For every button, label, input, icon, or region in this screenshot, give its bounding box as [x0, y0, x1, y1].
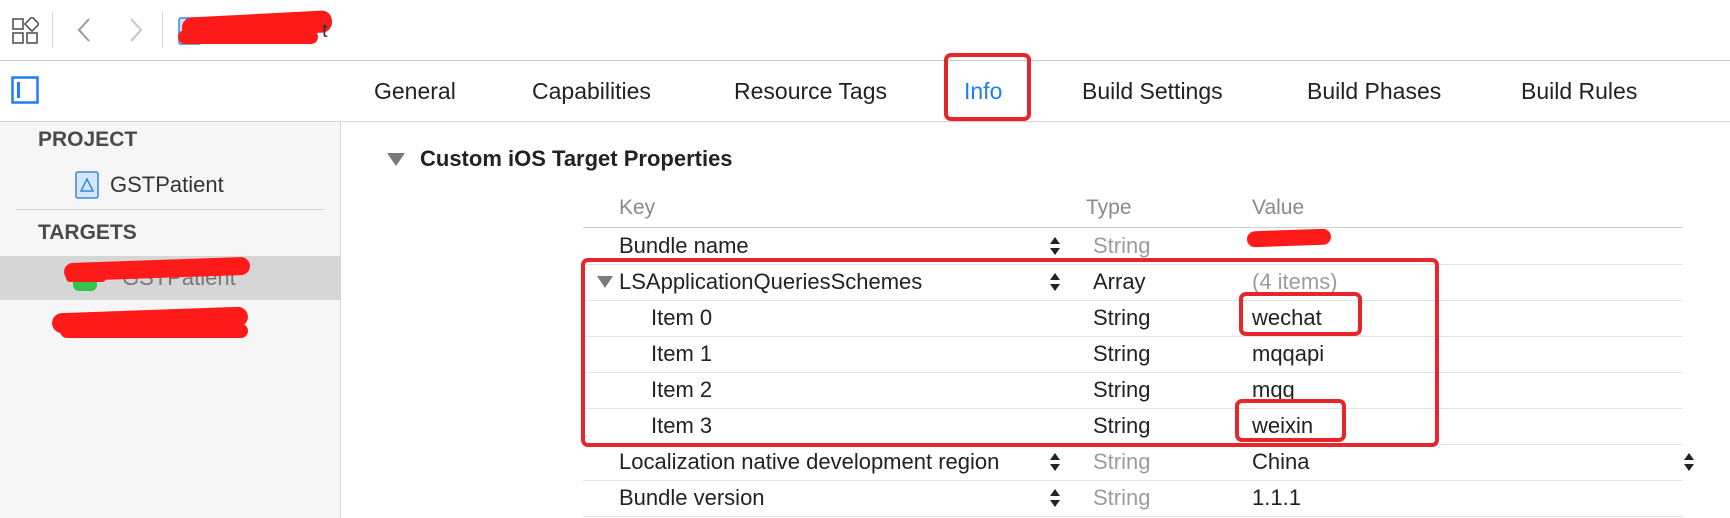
- sidebar-divider: [16, 209, 324, 210]
- weixin-value-highlight-box: [1235, 399, 1346, 442]
- row-key: Localization native development region: [619, 449, 1000, 474]
- tab-capabilities[interactable]: Capabilities: [532, 78, 651, 105]
- wechat-value-highlight-box: [1239, 292, 1362, 336]
- targets-panel-toggle-icon[interactable]: [11, 76, 39, 104]
- key-stepper-icon[interactable]: [1049, 486, 1061, 510]
- redaction-mark: [178, 30, 318, 44]
- column-header-key[interactable]: Key: [619, 196, 655, 220]
- redaction-mark: [66, 274, 106, 282]
- column-header-type[interactable]: Type: [1086, 196, 1132, 220]
- row-type: String: [1093, 485, 1151, 510]
- project-section-header: PROJECT: [38, 128, 138, 151]
- toolbar-separator: [162, 12, 163, 48]
- project-targets-sidebar: PROJECT GSTPatient TARGETS GSTPatient: [0, 122, 341, 518]
- tab-build-rules[interactable]: Build Rules: [1521, 78, 1637, 105]
- info-tab-highlight-box: [944, 53, 1031, 121]
- editor-tab-bar: General Capabilities Resource Tags Info …: [0, 61, 1730, 122]
- section-disclosure-triangle-icon[interactable]: [387, 153, 405, 166]
- related-items-grid-icon[interactable]: [11, 17, 39, 45]
- tab-build-phases[interactable]: Build Phases: [1307, 78, 1441, 105]
- key-stepper-icon[interactable]: [1049, 234, 1061, 258]
- toolbar-separator: [52, 12, 53, 48]
- value-stepper-icon[interactable]: [1683, 450, 1695, 474]
- row-key: Bundle version: [619, 485, 765, 510]
- row-value[interactable]: China: [1252, 449, 1309, 475]
- redaction-mark: [1246, 228, 1332, 248]
- table-row[interactable]: Bundle version String 1.1.1: [583, 480, 1683, 517]
- section-title: Custom iOS Target Properties: [420, 146, 733, 171]
- table-header-row: Key Type Value: [583, 192, 1683, 228]
- sidebar-item-target[interactable]: GSTPatient: [0, 256, 340, 300]
- key-stepper-icon[interactable]: [1049, 450, 1061, 474]
- forward-chevron-icon[interactable]: [120, 13, 150, 47]
- tab-build-settings[interactable]: Build Settings: [1082, 78, 1223, 105]
- tab-resource-tags[interactable]: Resource Tags: [734, 78, 887, 105]
- row-key: Bundle name: [619, 233, 749, 258]
- project-file-icon: [75, 171, 99, 199]
- project-item-label: GSTPatient: [110, 172, 224, 197]
- row-type: String: [1093, 233, 1151, 258]
- sidebar-item-project[interactable]: GSTPatient: [0, 163, 340, 207]
- row-value[interactable]: 1.1.1: [1252, 485, 1301, 511]
- targets-section-header: TARGETS: [38, 221, 137, 244]
- column-header-value[interactable]: Value: [1252, 196, 1304, 220]
- redaction-mark: [60, 324, 248, 338]
- breadcrumb-tail[interactable]: t: [322, 20, 328, 43]
- back-chevron-icon[interactable]: [70, 13, 100, 47]
- tab-general[interactable]: General: [374, 78, 456, 105]
- row-type: String: [1093, 449, 1151, 474]
- table-row[interactable]: Localization native development region S…: [583, 444, 1694, 481]
- top-toolbar: t: [0, 0, 1730, 61]
